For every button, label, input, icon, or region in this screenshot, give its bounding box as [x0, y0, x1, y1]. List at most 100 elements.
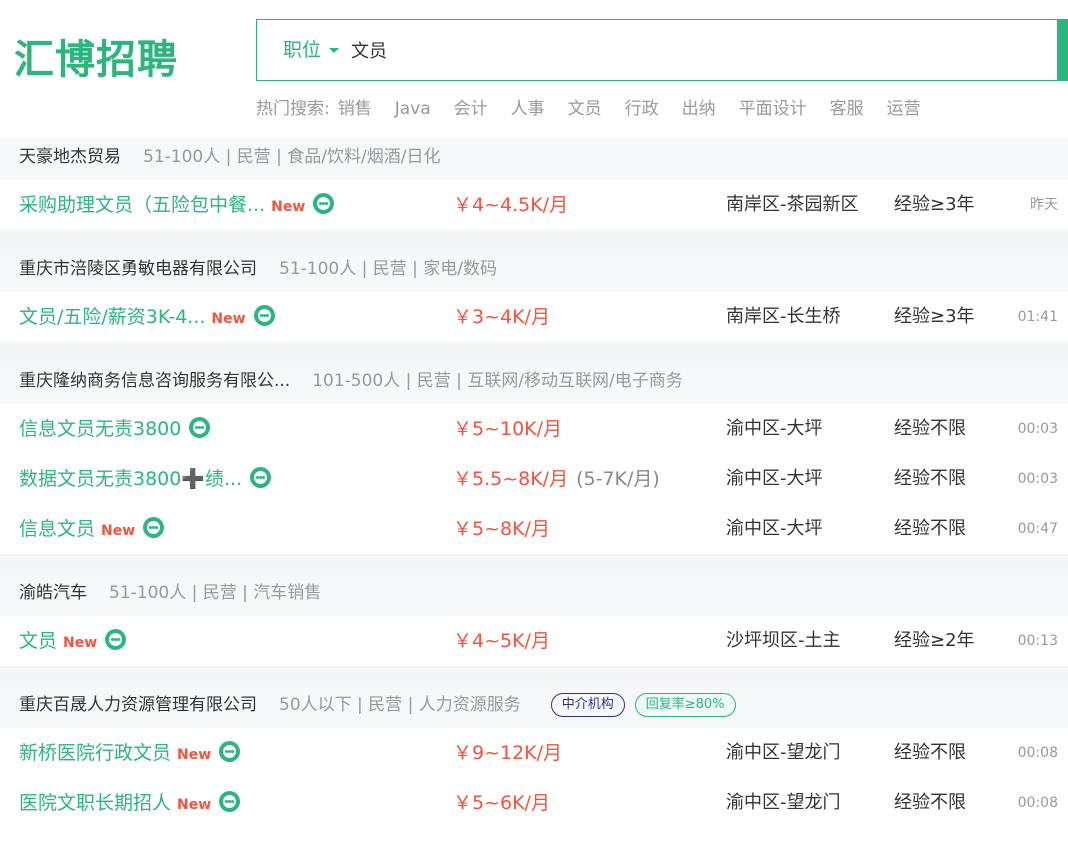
- hot-search-label: 热门搜索:: [256, 99, 330, 119]
- job-title[interactable]: 医院文职长期招人: [19, 792, 171, 814]
- job-list: 天豪地杰贸易 51-100人 | 民营 | 食品/饮料/烟酒/日化采购助理文员（五…: [0, 138, 1068, 828]
- section-divider: [0, 342, 1068, 362]
- chat-icon[interactable]: [219, 791, 241, 812]
- salary-cell: ￥5~6K/月: [453, 778, 550, 828]
- search-input[interactable]: [351, 32, 991, 68]
- job-title-cell[interactable]: 文员/五险/薪资3K-4... New: [19, 292, 275, 344]
- hot-search-item[interactable]: 会计: [454, 94, 488, 119]
- job-row[interactable]: 信息文员无责3800 ￥5~10K/月 渝中区-大坪 经验不限 00:03: [0, 404, 1068, 454]
- hot-search-item[interactable]: 出纳: [682, 94, 716, 119]
- hot-search-item[interactable]: 文员: [568, 94, 602, 119]
- job-experience: 经验不限: [894, 792, 966, 813]
- site-logo[interactable]: 汇博招聘: [14, 34, 178, 86]
- job-title-cell[interactable]: 医院文职长期招人 New: [19, 778, 241, 830]
- job-title[interactable]: 采购助理文员（五险包中餐...: [19, 194, 265, 216]
- company-info: 51-100人 | 民营 | 家电/数码: [279, 259, 498, 279]
- search-category-dropdown[interactable]: 职位: [283, 20, 340, 80]
- salary: ￥5~10K/月: [453, 418, 563, 440]
- chat-icon[interactable]: [313, 193, 335, 214]
- hot-search-item[interactable]: 平面设计: [739, 94, 807, 119]
- company-name[interactable]: 天豪地杰贸易: [19, 147, 121, 167]
- hot-search-item[interactable]: 客服: [830, 94, 864, 119]
- job-row[interactable]: 文员 New ￥4~5K/月 沙坪坝区-土主 经验≥2年 00:13: [0, 616, 1068, 666]
- salary: ￥5.5~8K/月: [453, 468, 569, 490]
- job-title[interactable]: 文员: [19, 630, 57, 652]
- caret-down-icon: [329, 48, 340, 53]
- job-title-cell[interactable]: 数据文员无责3800➕绩...: [19, 454, 272, 504]
- job-experience: 经验≥3年: [894, 194, 975, 215]
- new-badge: New: [177, 747, 212, 763]
- salary-cell: ￥5~8K/月: [453, 504, 550, 554]
- salary: ￥4~4.5K/月: [453, 194, 569, 216]
- job-title-cell[interactable]: 信息文员无责3800: [19, 404, 211, 454]
- salary: ￥4~5K/月: [453, 630, 550, 652]
- chat-icon[interactable]: [250, 467, 272, 488]
- job-title[interactable]: 信息文员: [19, 518, 95, 540]
- site-header: 汇博招聘 职位 热门搜索: 销售 Java 会计人事文员行政出纳平面设计客服运营: [0, 0, 1068, 138]
- post-time: 昨天: [1030, 197, 1058, 213]
- section-divider: [0, 230, 1068, 250]
- chat-icon[interactable]: [253, 305, 275, 326]
- company-info: 51-100人 | 民营 | 食品/饮料/烟酒/日化: [143, 147, 441, 167]
- hot-search-item[interactable]: 运营: [887, 94, 921, 119]
- new-badge: New: [211, 311, 246, 327]
- job-title-cell[interactable]: 新桥医院行政文员 New: [19, 728, 241, 780]
- reply-rate-badge: 回复率≥80%: [634, 693, 736, 717]
- post-time: 00:03: [1017, 421, 1058, 437]
- salary: ￥3~4K/月: [453, 306, 550, 328]
- job-title[interactable]: 新桥医院行政文员: [19, 742, 171, 764]
- agency-badge: 中介机构: [550, 693, 625, 717]
- company-info: 51-100人 | 民营 | 汽车销售: [109, 583, 322, 603]
- job-title[interactable]: 数据文员无责3800➕绩...: [19, 468, 242, 490]
- job-location: 渝中区-望龙门: [726, 792, 841, 813]
- search-button[interactable]: [1057, 19, 1068, 81]
- company-name[interactable]: 渝皓汽车: [19, 583, 87, 603]
- job-location: 渝中区-大坪: [726, 468, 823, 489]
- job-row[interactable]: 数据文员无责3800➕绩... ￥5.5~8K/月 (5-7K/月) 渝中区-大坪 经验…: [0, 454, 1068, 504]
- new-badge: New: [271, 199, 306, 215]
- job-experience: 经验不限: [894, 518, 966, 539]
- company-row: 天豪地杰贸易 51-100人 | 民营 | 食品/饮料/烟酒/日化: [0, 138, 1068, 180]
- job-title-cell[interactable]: 信息文员 New: [19, 504, 165, 556]
- chat-icon[interactable]: [105, 629, 127, 650]
- job-location: 渝中区-大坪: [726, 518, 823, 539]
- job-title[interactable]: 信息文员无责3800: [19, 418, 181, 440]
- salary-cell: ￥5.5~8K/月 (5-7K/月): [453, 454, 660, 504]
- post-time: 00:13: [1017, 633, 1058, 649]
- post-time: 00:08: [1017, 745, 1058, 761]
- company-name[interactable]: 重庆隆纳商务信息咨询服务有限公...: [19, 371, 290, 391]
- job-row[interactable]: 医院文职长期招人 New ￥5~6K/月 渝中区-望龙门 经验不限 00:08: [0, 778, 1068, 828]
- job-row[interactable]: 采购助理文员（五险包中餐... New ￥4~4.5K/月 南岸区-茶园新区 经验≥3年…: [0, 180, 1068, 230]
- hot-search-item[interactable]: 人事: [511, 94, 545, 119]
- job-row[interactable]: 文员/五险/薪资3K-4... New ￥3~4K/月 南岸区-长生桥 经验≥3年 01:…: [0, 292, 1068, 342]
- post-time: 00:03: [1017, 471, 1058, 487]
- job-title[interactable]: 文员/五险/薪资3K-4...: [19, 306, 205, 328]
- company-info: 50人以下 | 民营 | 人力资源服务: [279, 695, 521, 715]
- chat-icon[interactable]: [189, 417, 211, 438]
- job-experience: 经验≥2年: [894, 630, 975, 651]
- chat-icon[interactable]: [219, 741, 241, 762]
- search-bar: 职位: [256, 19, 1068, 81]
- company-name[interactable]: 重庆百晟人力资源管理有限公司: [19, 695, 257, 715]
- chat-icon[interactable]: [143, 517, 165, 538]
- company-row: 重庆市涪陵区勇敏电器有限公司 51-100人 | 民营 | 家电/数码: [0, 250, 1068, 292]
- job-title-cell[interactable]: 采购助理文员（五险包中餐... New: [19, 180, 335, 232]
- salary-cell: ￥9~12K/月: [453, 728, 562, 778]
- job-experience: 经验不限: [894, 418, 966, 439]
- company-row: 渝皓汽车 51-100人 | 民营 | 汽车销售: [0, 574, 1068, 616]
- company-name[interactable]: 重庆市涪陵区勇敏电器有限公司: [19, 259, 257, 279]
- job-experience: 经验不限: [894, 742, 966, 763]
- salary-cell: ￥3~4K/月: [453, 292, 550, 342]
- job-row[interactable]: 信息文员 New ￥5~8K/月 渝中区-大坪 经验不限 00:47: [0, 504, 1068, 554]
- job-location: 沙坪坝区-土主: [726, 630, 841, 651]
- post-time: 00:08: [1017, 795, 1058, 811]
- job-row[interactable]: 新桥医院行政文员 New ￥9~12K/月 渝中区-望龙门 经验不限 00:08: [0, 728, 1068, 778]
- section-divider: [0, 666, 1068, 686]
- company-row: 重庆百晟人力资源管理有限公司 50人以下 | 民营 | 人力资源服务 中介机构 回复率…: [0, 686, 1068, 728]
- new-badge: New: [101, 523, 136, 539]
- hot-search-item[interactable]: Java: [395, 99, 431, 119]
- hot-search-item[interactable]: 行政: [625, 94, 659, 119]
- salary-cell: ￥4~4.5K/月: [453, 180, 568, 230]
- job-title-cell[interactable]: 文员 New: [19, 616, 127, 668]
- hot-search-item[interactable]: 销售: [338, 94, 372, 119]
